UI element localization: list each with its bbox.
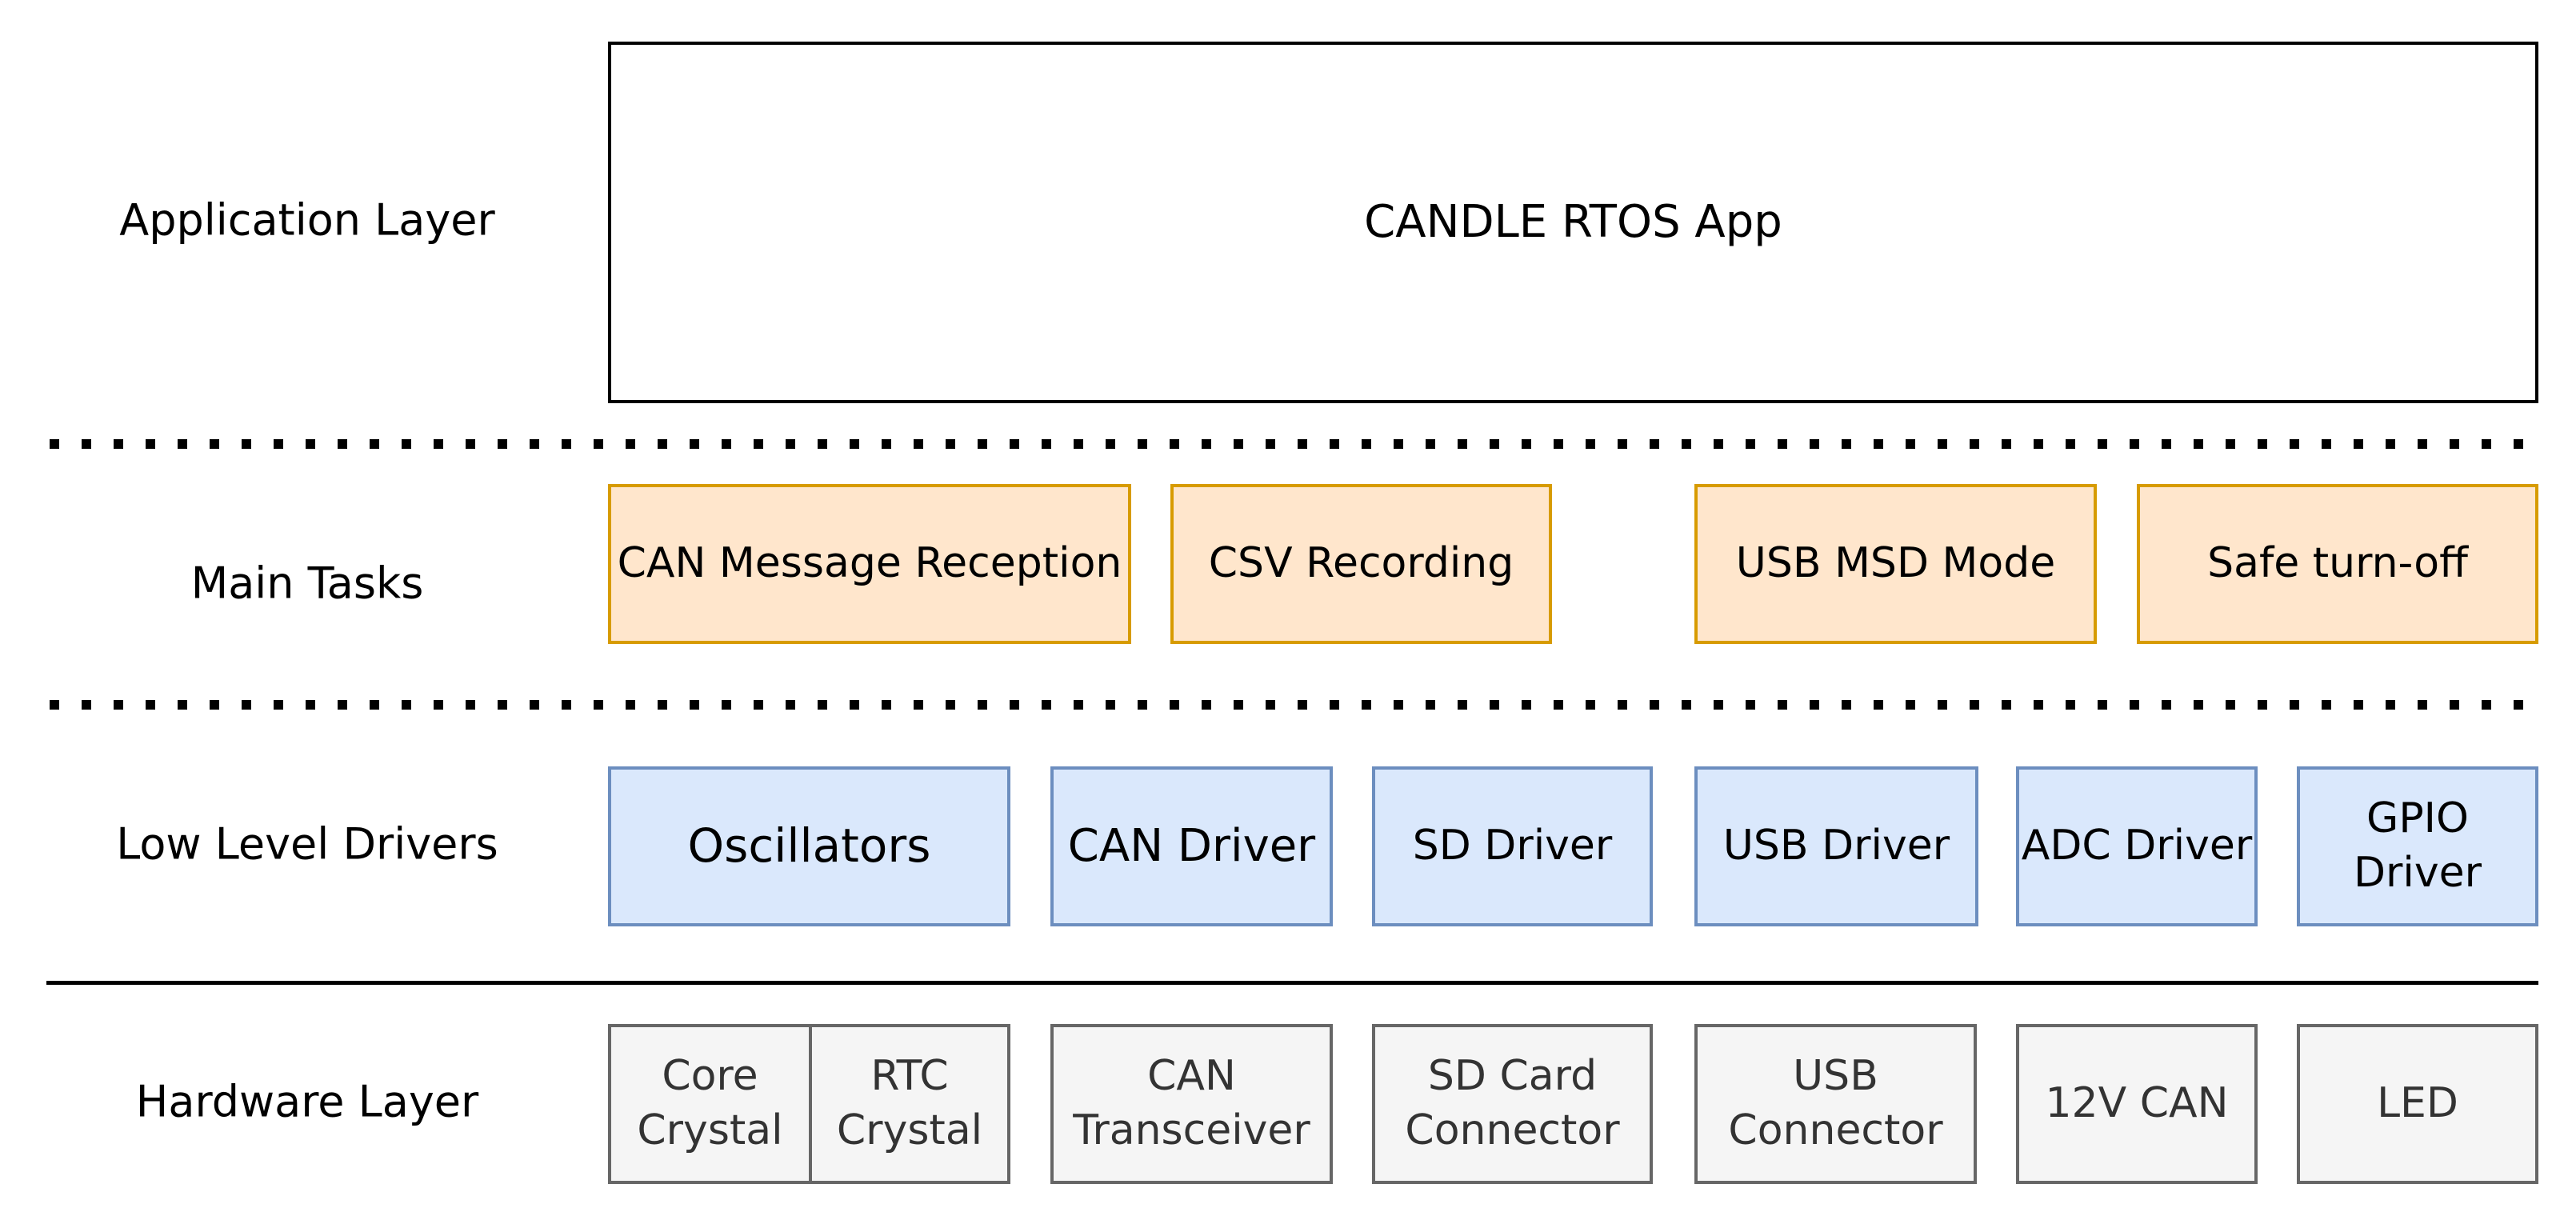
driver-sd: SD Driver	[1372, 766, 1653, 926]
hw-usb-connector: USB Connector	[1694, 1024, 1977, 1184]
layer-label-tasks: Main Tasks	[190, 558, 424, 609]
hw-can-transceiver: CAN Transceiver	[1050, 1024, 1333, 1184]
layer-label-hardware: Hardware Layer	[135, 1076, 479, 1127]
dotted-divider	[50, 439, 2538, 449]
layer-label-drivers: Low Level Drivers	[116, 818, 498, 870]
hw-sd-connector: SD Card Connector	[1372, 1024, 1653, 1184]
driver-gpio: GPIO Driver	[2297, 766, 2538, 926]
hw-core-crystal: Core Crystal	[608, 1024, 812, 1184]
dotted-divider	[50, 700, 2538, 710]
layer-label-application: Application Layer	[119, 194, 495, 246]
architecture-diagram: Application Layer Main Tasks Low Level D…	[0, 0, 2576, 1220]
task-can-reception: CAN Message Reception	[608, 484, 1131, 644]
driver-oscillators: Oscillators	[608, 766, 1010, 926]
driver-adc: ADC Driver	[2016, 766, 2258, 926]
hardware-divider	[46, 981, 2538, 985]
driver-can: CAN Driver	[1050, 766, 1333, 926]
app-box: CANDLE RTOS App	[608, 42, 2538, 403]
task-csv-recording: CSV Recording	[1170, 484, 1552, 644]
task-safe-turnoff: Safe turn-off	[2137, 484, 2538, 644]
task-usb-msd: USB MSD Mode	[1694, 484, 2097, 644]
hw-12v-can: 12V CAN	[2016, 1024, 2258, 1184]
driver-usb: USB Driver	[1694, 766, 1978, 926]
hw-led: LED	[2297, 1024, 2538, 1184]
hw-rtc-crystal: RTC Crystal	[809, 1024, 1010, 1184]
